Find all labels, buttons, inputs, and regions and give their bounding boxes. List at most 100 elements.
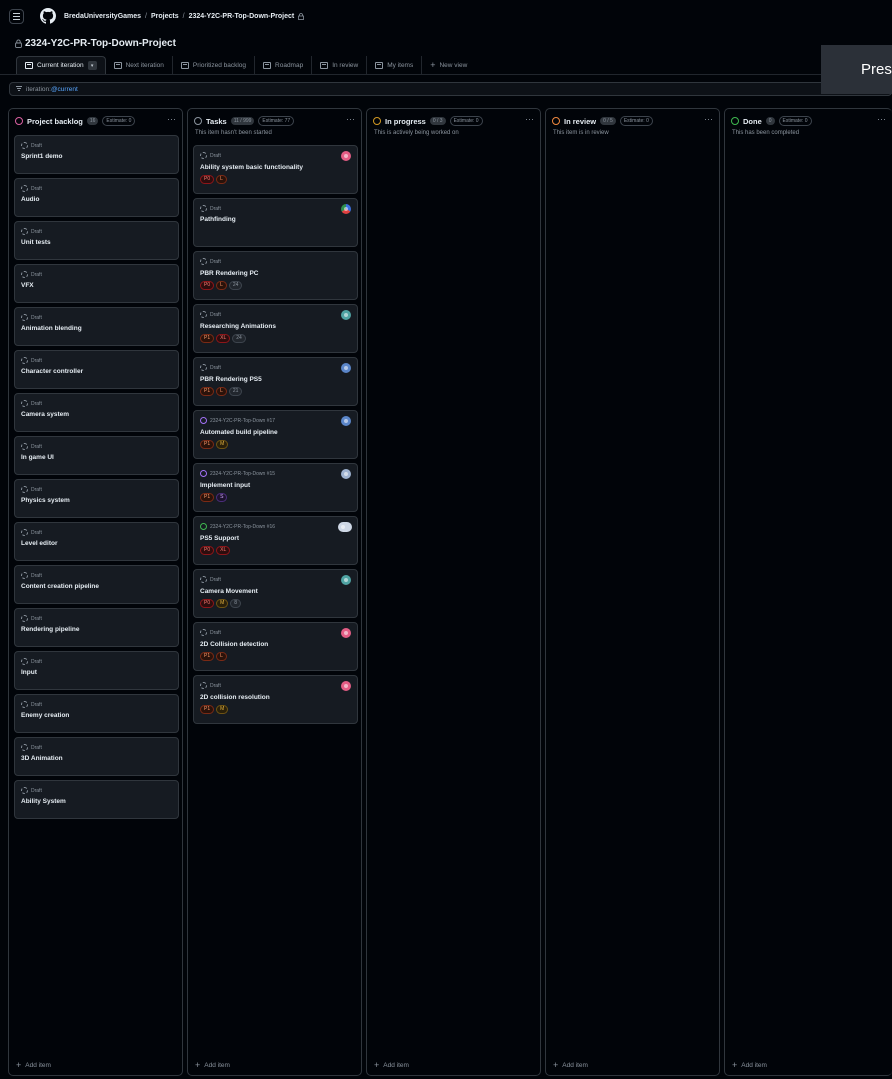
card[interactable]: Draft Researching Animations P1 XL 24 [193,304,358,353]
card-title[interactable]: Ability System [21,798,66,805]
card-title[interactable]: Character controller [21,368,83,375]
more-options-icon[interactable]: ··· [525,114,534,124]
card-title[interactable]: Implement input [200,482,250,489]
more-options-icon[interactable]: ··· [704,114,713,124]
card[interactable]: Draft Camera system [14,393,179,432]
label-badge[interactable]: P1 [200,493,215,502]
card-title[interactable]: PS5 Support [200,535,239,542]
card-title[interactable]: Audio [21,196,39,203]
label-badge[interactable]: L [216,281,227,290]
card[interactable]: Draft 3D Animation [14,737,179,776]
label-badge[interactable]: P1 [200,440,215,449]
tab-prioritized-backlog[interactable]: Prioritized backlog [173,56,256,74]
card[interactable]: Draft PBR Rendering PC P0 L 24 [193,251,358,300]
add-item-button[interactable]: + Add item [732,1061,767,1070]
card-title[interactable]: PBR Rendering PS5 [200,376,262,383]
label-badge[interactable]: L [216,175,227,184]
card-title[interactable]: 2D collision resolution [200,694,270,701]
label-badge[interactable]: 8 [230,599,242,608]
card[interactable]: Draft Level editor [14,522,179,561]
card[interactable]: Draft Physics system [14,479,179,518]
teal-avatar[interactable] [341,310,351,320]
card[interactable]: Draft PBR Rendering PS5 P1 L 21 [193,357,358,406]
card-title[interactable]: PBR Rendering PC [200,270,259,277]
label-badge[interactable]: P1 [200,334,215,343]
label-badge[interactable]: P1 [200,387,215,396]
github-logo-icon[interactable] [40,8,56,24]
card-title[interactable]: Automated build pipeline [200,429,278,436]
card-title[interactable]: Input [21,669,37,676]
card-title[interactable]: Camera Movement [200,588,258,595]
card-title[interactable]: Rendering pipeline [21,626,80,633]
pink-avatar[interactable] [341,628,351,638]
label-badge[interactable]: 21 [228,387,243,396]
breadcrumb-org[interactable]: BredaUniversityGames [64,13,141,20]
blue-avatar[interactable] [341,363,351,373]
add-item-button[interactable]: + Add item [195,1061,230,1070]
label-badge[interactable]: S [216,493,228,502]
blue-avatar[interactable] [341,416,351,426]
card[interactable]: Draft VFX [14,264,179,303]
pink-avatar[interactable] [341,151,351,161]
card[interactable]: Draft Ability system basic functionality… [193,145,358,194]
card[interactable]: Draft Audio [14,178,179,217]
card[interactable]: Draft Character controller [14,350,179,389]
label-badge[interactable]: P0 [200,175,215,184]
label-badge[interactable]: P0 [200,281,215,290]
menu-icon[interactable] [9,8,24,24]
card-title[interactable]: Content creation pipeline [21,583,99,590]
card-title[interactable]: In game UI [21,454,54,461]
more-options-icon[interactable]: ··· [167,114,176,124]
breadcrumb-projects[interactable]: Projects [151,13,179,20]
light-avatar[interactable] [341,469,351,479]
card-title[interactable]: Unit tests [21,239,51,246]
label-badge[interactable]: M [216,599,229,608]
breadcrumb-project[interactable]: 2324-Y2C-PR-Top-Down-Project [189,13,295,20]
label-badge[interactable]: P1 [200,705,215,714]
card[interactable]: Draft Input [14,651,179,690]
card[interactable]: Draft Sprint1 demo [14,135,179,174]
card[interactable]: Draft Rendering pipeline [14,608,179,647]
card[interactable]: Draft Pathfinding [193,198,358,247]
card-title[interactable]: Ability system basic functionality [200,164,303,171]
card[interactable]: Draft Content creation pipeline [14,565,179,604]
card[interactable]: 2324-Y2C-PR-Top-Down #17 Automated build… [193,410,358,459]
label-badge[interactable]: L [216,652,227,661]
tab-in-review[interactable]: In review [312,56,368,74]
card-title[interactable]: Physics system [21,497,70,504]
tab-current-iteration[interactable]: Current iteration ▾ [16,56,106,74]
tab-my-items[interactable]: My items [367,56,423,74]
card[interactable]: Draft Camera Movement P0 M 8 [193,569,358,618]
card-title[interactable]: 2D Collision detection [200,641,268,648]
label-badge[interactable]: L [216,387,227,396]
tab-roadmap[interactable]: Roadmap [255,56,313,74]
card[interactable]: 2324-Y2C-PR-Top-Down #16 PS5 Support P0 XL [193,516,358,565]
label-badge[interactable]: P0 [200,546,215,555]
card-title[interactable]: Camera system [21,411,69,418]
pink-avatar[interactable] [341,681,351,691]
label-badge[interactable]: 24 [228,281,243,290]
add-item-button[interactable]: + Add item [16,1061,51,1070]
label-badge[interactable]: P1 [200,652,215,661]
card[interactable]: Draft Animation blending [14,307,179,346]
pair-avatar[interactable] [338,522,352,532]
label-badge[interactable]: P0 [200,599,215,608]
multi-avatar[interactable] [341,204,351,214]
card[interactable]: Draft Ability System [14,780,179,819]
label-badge[interactable]: XL [216,334,231,343]
card-title[interactable]: Researching Animations [200,323,276,330]
card-title[interactable]: Pathfinding [200,216,236,223]
label-badge[interactable]: M [216,440,229,449]
card-title[interactable]: Animation blending [21,325,82,332]
card-title[interactable]: Enemy creation [21,712,69,719]
add-item-button[interactable]: + Add item [374,1061,409,1070]
card[interactable]: 2324-Y2C-PR-Top-Down #15 Implement input… [193,463,358,512]
tab-new-view[interactable]: + New view [422,56,475,74]
card[interactable]: Draft 2D Collision detection P1 L [193,622,358,671]
card[interactable]: Draft 2D collision resolution P1 M [193,675,358,724]
card[interactable]: Draft Unit tests [14,221,179,260]
label-badge[interactable]: 24 [232,334,246,343]
card-title[interactable]: VFX [21,282,34,289]
card-title[interactable]: Level editor [21,540,57,547]
add-item-button[interactable]: + Add item [553,1061,588,1070]
